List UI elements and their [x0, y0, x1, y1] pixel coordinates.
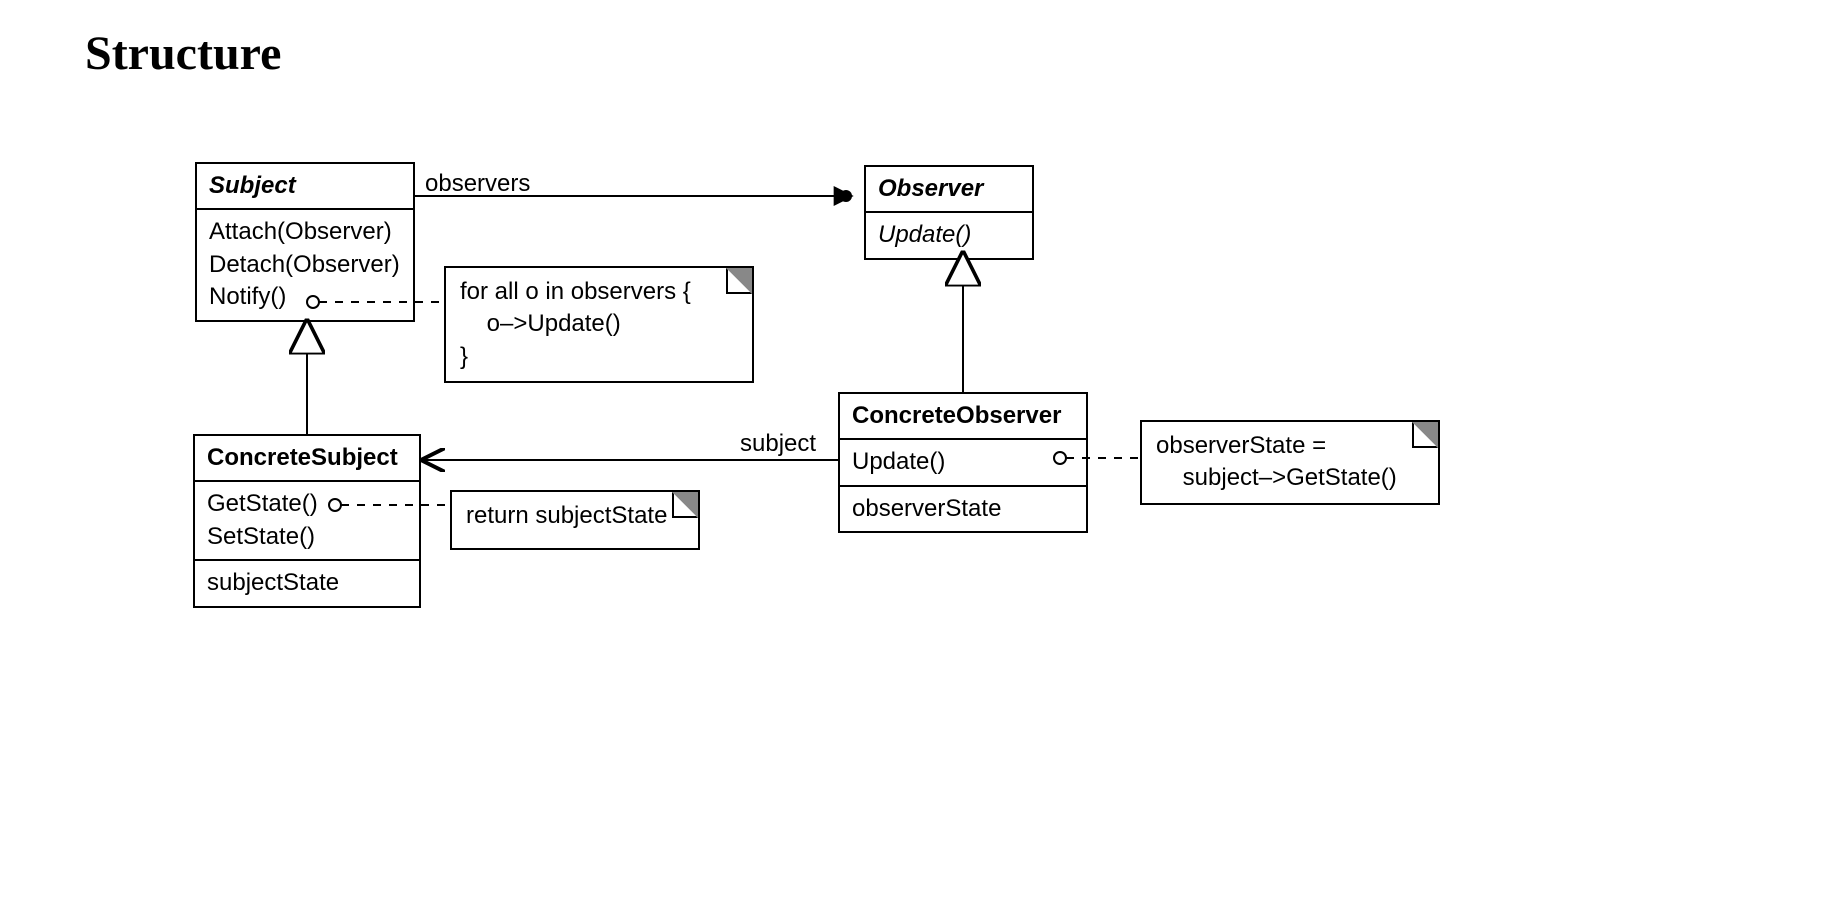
- note-notify-line-1: for all o in observers {: [460, 276, 738, 308]
- class-concrete-observer-attributes: observerState: [840, 487, 1086, 531]
- assoc-label-observers: observers: [425, 170, 530, 198]
- method-attach: Attach(Observer): [209, 216, 401, 248]
- class-observer-name: Observer: [866, 167, 1032, 213]
- method-detach: Detach(Observer): [209, 249, 401, 281]
- class-concrete-subject-name: ConcreteSubject: [195, 436, 419, 482]
- class-observer-methods: Update(): [866, 213, 1032, 257]
- attr-observerstate: observerState: [852, 493, 1074, 525]
- note-update-line-2: subject–>GetState(): [1156, 462, 1424, 494]
- uml-diagram: Subject Attach(Observer) Detach(Observer…: [0, 0, 1848, 904]
- class-concrete-subject: ConcreteSubject GetState() SetState() su…: [193, 434, 421, 608]
- note-fold-icon: [1412, 422, 1438, 448]
- class-concrete-subject-attributes: subjectState: [195, 561, 419, 605]
- method-getstate: GetState(): [207, 488, 407, 520]
- assoc-many-ball-icon: [840, 190, 852, 202]
- note-update-line-1: observerState =: [1156, 430, 1424, 462]
- note-notify-line-2: o–>Update(): [460, 308, 738, 340]
- class-concrete-observer: ConcreteObserver Update() observerState: [838, 392, 1088, 533]
- method-setstate: SetState(): [207, 521, 407, 553]
- method-update-abstract: Update(): [878, 219, 1020, 251]
- method-update: Update(): [852, 446, 1074, 478]
- note-notify-line-3: }: [460, 341, 738, 373]
- note-getstate-line-1: return subjectState: [466, 500, 684, 532]
- class-subject-methods: Attach(Observer) Detach(Observer) Notify…: [197, 210, 413, 319]
- note-getstate: return subjectState: [450, 490, 700, 550]
- note-notify: for all o in observers { o–>Update() }: [444, 266, 754, 383]
- method-notify: Notify(): [209, 281, 401, 313]
- class-concrete-subject-methods: GetState() SetState(): [195, 482, 419, 561]
- note-fold-icon: [726, 268, 752, 294]
- class-concrete-observer-methods: Update(): [840, 440, 1086, 486]
- class-subject: Subject Attach(Observer) Detach(Observer…: [195, 162, 415, 322]
- class-observer: Observer Update(): [864, 165, 1034, 260]
- attr-subjectstate: subjectState: [207, 567, 407, 599]
- class-concrete-observer-name: ConcreteObserver: [840, 394, 1086, 440]
- note-update: observerState = subject–>GetState(): [1140, 420, 1440, 505]
- assoc-label-subject: subject: [740, 430, 816, 458]
- note-fold-icon: [672, 492, 698, 518]
- class-subject-name: Subject: [197, 164, 413, 210]
